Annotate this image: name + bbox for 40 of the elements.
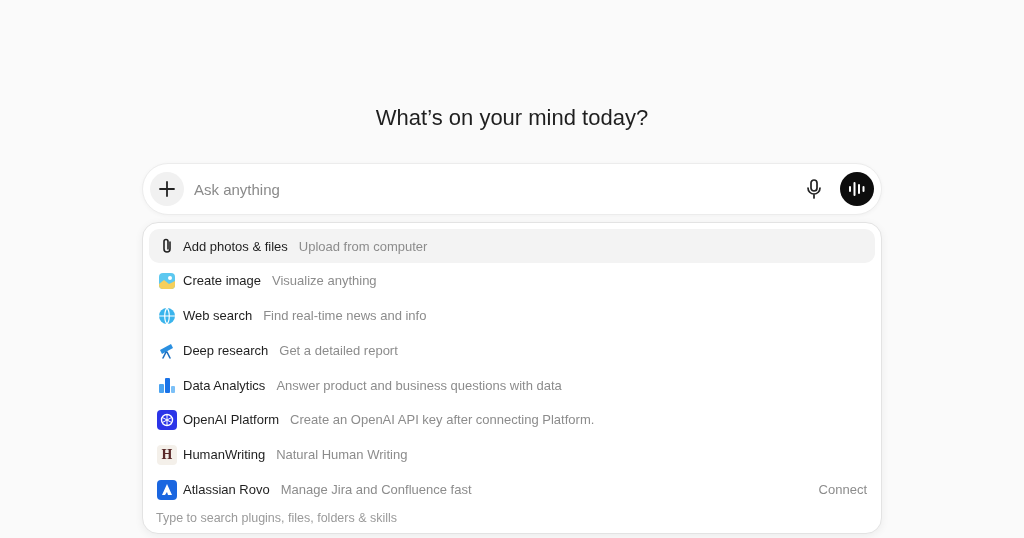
item-description: Upload from computer: [298, 238, 428, 254]
menu-item[interactable]: Deep research Get a detailed report: [149, 333, 875, 368]
item-description: Natural Human Writing: [276, 447, 408, 463]
atlassian-logo-icon: [157, 479, 177, 500]
item-title: OpenAI Platform: [183, 412, 280, 428]
openai-logo-icon: [157, 410, 177, 430]
item-title: Create image: [183, 273, 262, 289]
connect-button[interactable]: Connect: [818, 482, 867, 498]
add-button[interactable]: [150, 172, 184, 206]
page-heading: What’s on your mind today?: [374, 104, 650, 132]
item-title: HumanWriting: [183, 447, 266, 463]
menu-item[interactable]: Atlassian Rovo Manage Jira and Confluence fast Connect: [149, 472, 875, 507]
bar-chart-icon: [157, 375, 177, 396]
menu-item[interactable]: Data Analytics Answer product and business questions with data: [149, 368, 875, 403]
image-icon: [157, 270, 177, 291]
item-description: Find real-time news and info: [263, 308, 427, 324]
globe-icon: [157, 305, 177, 326]
item-title: Web search: [183, 308, 253, 324]
plus-icon: [158, 180, 176, 198]
item-description: Manage Jira and Confluence fast: [280, 482, 472, 498]
menu-item[interactable]: H HumanWriting Natural Human Writing: [149, 437, 875, 472]
menu-item[interactable]: Add photos & files Upload from computer: [149, 229, 875, 263]
item-description: Create an OpenAI API key after connecting Platform.: [290, 412, 595, 428]
item-description: Visualize anything: [272, 273, 377, 289]
prompt-input[interactable]: Ask anything: [192, 179, 806, 199]
item-description: Answer product and business questions with data: [276, 377, 562, 393]
microphone-icon[interactable]: [806, 179, 822, 199]
item-title: Atlassian Rovo: [183, 482, 270, 498]
item-title: Add photos & files: [183, 238, 288, 254]
voice-button[interactable]: [840, 172, 874, 206]
item-title: Deep research: [183, 342, 269, 358]
item-title: Data Analytics: [183, 377, 266, 393]
item-description: Get a detailed report: [279, 342, 398, 358]
composer-bar[interactable]: Ask anything: [142, 163, 882, 215]
waveform-icon: [848, 181, 866, 197]
menu-item[interactable]: Create image Visualize anything: [149, 263, 875, 298]
letter-logo-icon: H: [157, 444, 177, 465]
menu-item[interactable]: Web search Find real-time news and info: [149, 298, 875, 333]
menu-item[interactable]: OpenAI Platform Create an OpenAI API key after connecting Platform.: [149, 403, 875, 437]
search-hint: Type to search plugins, files, folders & skills: [155, 510, 399, 526]
